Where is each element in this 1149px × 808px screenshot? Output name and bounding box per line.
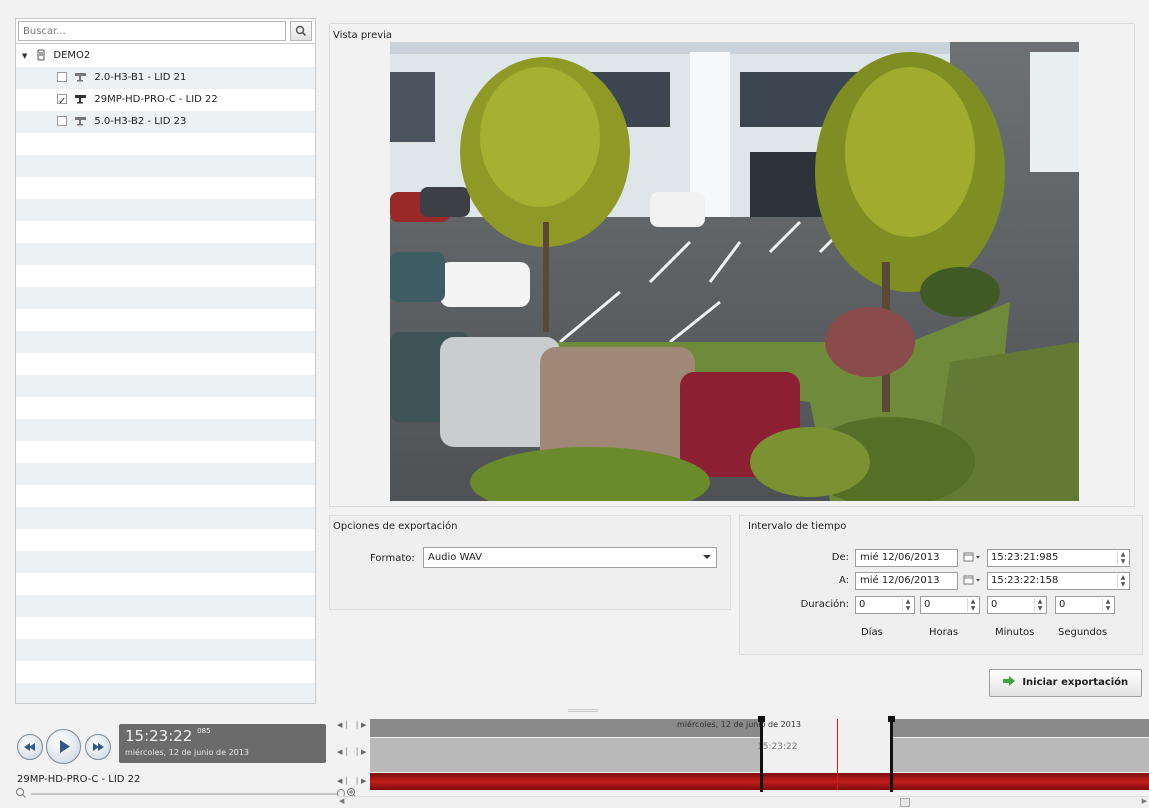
from-time-value: 15:23:21:985	[991, 552, 1059, 563]
timeline-nav-buttons[interactable]: ◀│ │▶	[337, 748, 370, 756]
time-range-title: Intervalo de tiempo	[748, 521, 847, 532]
tree-item-label: 5.0-H3-B2 - LID 23	[94, 116, 187, 127]
current-time-ms: 085	[197, 727, 211, 735]
export-window: ▼ DEMO2 2.0-H3-B1 - LID 21	[0, 0, 1149, 808]
camera-icon	[75, 95, 87, 104]
export-options-title: Opciones de exportación	[333, 521, 458, 532]
days-value: 0	[859, 599, 866, 610]
spin-arrows-icon[interactable]: ▲ ▼	[1117, 574, 1128, 588]
spin-arrows-icon[interactable]: ▲ ▼	[1034, 598, 1045, 612]
preview-label: Vista previa	[333, 30, 393, 41]
to-calendar-button[interactable]	[962, 572, 984, 590]
timeline-playhead[interactable]	[837, 719, 838, 790]
play-button[interactable]	[46, 729, 81, 764]
calendar-icon	[963, 575, 980, 585]
from-time-field[interactable]: 15:23:21:985 ▲ ▼	[987, 549, 1130, 567]
to-time-field[interactable]: 15:23:22:158 ▲ ▼	[987, 572, 1130, 590]
video-preview	[390, 42, 1079, 501]
minutes-value: 0	[991, 599, 998, 610]
green-arrow-icon	[1002, 676, 1015, 686]
camera-tree-panel: ▼ DEMO2 2.0-H3-B1 - LID 21	[15, 18, 316, 704]
camera-2-checkbox[interactable]	[57, 91, 67, 113]
camera-3-checkbox[interactable]	[57, 116, 67, 126]
search-input[interactable]	[18, 21, 286, 41]
timeline-date-label: miércoles, 12 de junio de 2013	[677, 720, 801, 729]
tree-item-camera-2[interactable]: 29MP-HD-PRO-C - LID 22	[57, 89, 218, 113]
camera-icon	[75, 73, 87, 82]
timeline[interactable]: ◀│ │▶ ◀│ │▶ ◀│ │▶ miércoles, 12 de junio…	[337, 716, 1149, 796]
to-date-field[interactable]: mié 12/06/2013	[855, 572, 958, 590]
to-time-value: 15:23:22:158	[991, 575, 1059, 586]
current-time-display: 15:23:22 085 miércoles, 12 de junio de 2…	[119, 724, 326, 763]
server-icon	[37, 49, 45, 61]
days-field[interactable]: 0 ▲ ▼	[855, 596, 915, 614]
duration-label: Duración:	[800, 599, 849, 610]
zoom-slider[interactable]	[15, 787, 357, 801]
to-date-value: mié 12/06/2013	[860, 575, 940, 586]
hours-unit-label: Horas	[929, 627, 959, 638]
timeline-time-label: 15:23:22	[757, 742, 798, 752]
format-label: Formato:	[370, 553, 415, 564]
from-calendar-button[interactable]	[962, 549, 984, 567]
timeline-scrollbar[interactable]: ◀ ▶	[337, 796, 1149, 808]
rewind-icon	[24, 743, 35, 751]
to-label: A:	[838, 575, 849, 586]
seconds-value: 0	[1059, 599, 1066, 610]
splitter-grip[interactable]	[568, 709, 598, 712]
start-export-button[interactable]: Iniciar exportación	[989, 669, 1142, 697]
camera-tree: ▼ DEMO2 2.0-H3-B1 - LID 21 ✓ 29MP-HD-PRO…	[16, 45, 315, 703]
spin-arrows-icon[interactable]: ▲ ▼	[902, 598, 913, 612]
spin-arrows-icon[interactable]: ▲ ▼	[967, 598, 978, 612]
seconds-field[interactable]: 0 ▲ ▼	[1055, 596, 1115, 614]
play-icon	[60, 740, 70, 753]
camera-icon	[75, 117, 87, 126]
spin-arrows-icon[interactable]: ▲ ▼	[1102, 598, 1113, 612]
camera-1-checkbox[interactable]	[57, 72, 67, 82]
selection-end-marker[interactable]	[888, 716, 895, 792]
timeline-nav-buttons[interactable]: ◀│ │▶	[337, 777, 370, 785]
zoom-out-icon[interactable]	[15, 787, 27, 799]
format-value: Audio WAV	[428, 552, 482, 563]
tree-item-camera-3[interactable]: 5.0-H3-B2 - LID 23	[57, 111, 186, 133]
tree-root-label: DEMO2	[53, 50, 91, 61]
timeline-camera-name: 29MP-HD-PRO-C - LID 22	[17, 774, 141, 785]
seconds-unit-label: Segundos	[1058, 627, 1108, 638]
tree-item-label: 2.0-H3-B1 - LID 21	[94, 72, 187, 83]
expand-arrow-icon[interactable]: ▼	[22, 45, 30, 67]
from-label: De:	[831, 552, 849, 563]
from-date-value: mié 12/06/2013	[860, 552, 940, 563]
zoom-track[interactable]	[31, 793, 341, 795]
format-dropdown[interactable]: Audio WAV	[423, 547, 717, 568]
hours-field[interactable]: 0 ▲ ▼	[920, 596, 980, 614]
selection-start-marker[interactable]	[758, 716, 765, 792]
start-export-label: Iniciar exportación	[1022, 677, 1129, 688]
scroll-thumb[interactable]	[900, 798, 910, 807]
dropdown-arrow-icon	[703, 555, 711, 559]
tree-item-camera-1[interactable]: 2.0-H3-B1 - LID 21	[57, 67, 186, 89]
search-button[interactable]	[290, 21, 312, 41]
scroll-left-icon[interactable]: ◀	[339, 797, 344, 805]
calendar-icon	[963, 552, 980, 562]
timeline-nav-buttons[interactable]: ◀│ │▶	[337, 721, 370, 729]
hours-value: 0	[924, 599, 931, 610]
from-date-field[interactable]: mié 12/06/2013	[855, 549, 958, 567]
fast-forward-button[interactable]	[85, 734, 111, 760]
search-icon	[295, 25, 307, 37]
days-unit-label: Días	[861, 627, 883, 638]
scroll-right-icon[interactable]: ▶	[1142, 797, 1147, 805]
tree-item-label: 29MP-HD-PRO-C - LID 22	[94, 94, 218, 105]
minutes-unit-label: Minutos	[995, 627, 1035, 638]
current-time: 15:23:22	[125, 727, 193, 745]
fast-forward-icon	[93, 743, 104, 751]
current-date: miércoles, 12 de junio de 2013	[125, 748, 249, 757]
parking-lot-video-frame	[390, 42, 1079, 501]
minutes-field[interactable]: 0 ▲ ▼	[987, 596, 1047, 614]
tree-root-demo2[interactable]: ▼ DEMO2	[22, 45, 90, 67]
search-bar	[16, 19, 315, 44]
rewind-button[interactable]	[17, 734, 43, 760]
spin-arrows-icon[interactable]: ▲ ▼	[1117, 551, 1128, 565]
